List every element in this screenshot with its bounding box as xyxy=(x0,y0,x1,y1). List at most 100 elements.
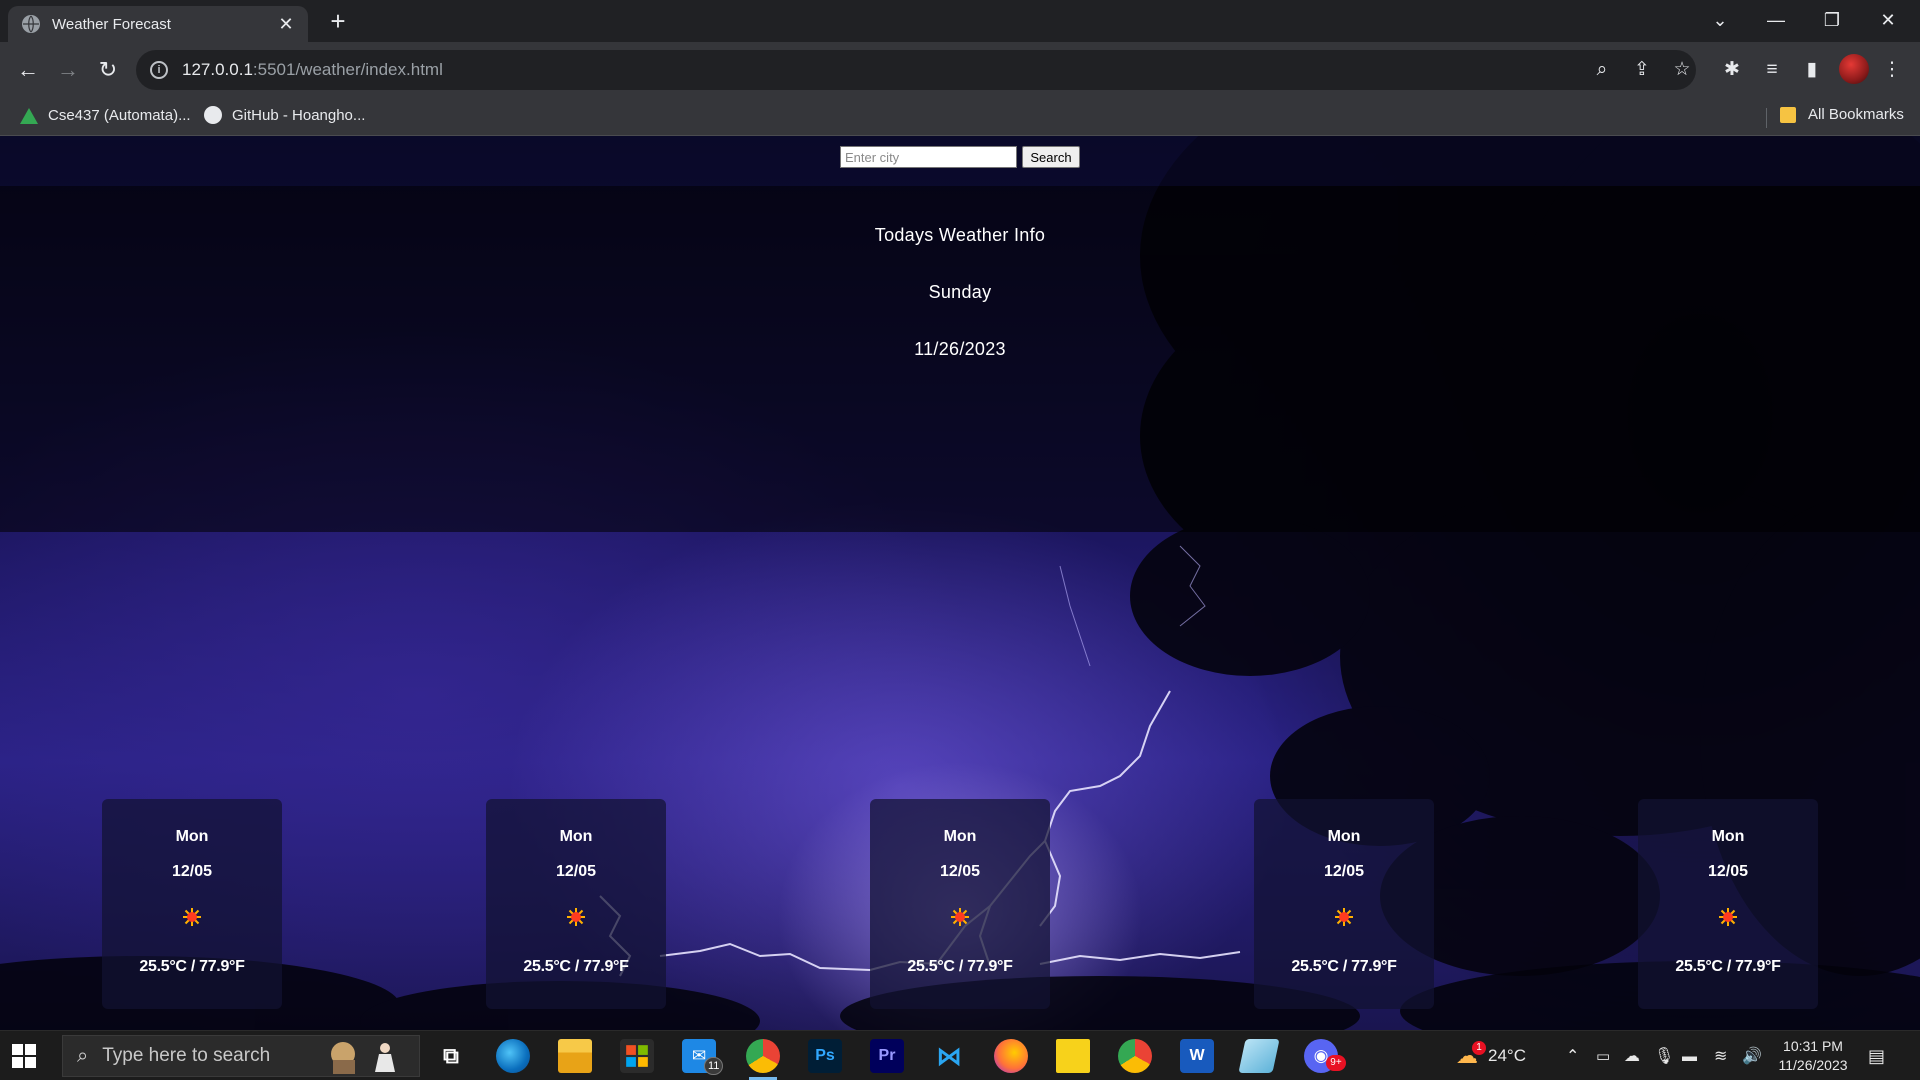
forecast-temp: 25.5°C / 77.9°F xyxy=(907,958,1013,975)
search-button[interactable]: Search xyxy=(1022,146,1080,168)
forecast-date: 12/05 xyxy=(171,863,213,880)
forecast-day: Mon xyxy=(559,828,593,845)
forward-button[interactable]: → xyxy=(52,54,84,86)
windows-taskbar: ⌕ Type here to search ⧉ ✉ 11 Ps Pr ⋈ W ◉… xyxy=(0,1030,1920,1080)
forecast-temp: 25.5°C / 77.9°F xyxy=(139,958,245,975)
today-date: 11/26/2023 xyxy=(914,339,1006,359)
zoom-icon[interactable]: ⌕ xyxy=(1588,56,1616,84)
meet-now-icon[interactable]: ▭ xyxy=(1596,1031,1610,1080)
forecast-card: Mon 12/05 25.5°C / 77.9°F xyxy=(486,799,666,1009)
close-tab-icon[interactable]: ✕ xyxy=(276,14,296,35)
mail-badge: 11 xyxy=(704,1057,724,1075)
forecast-day: Mon xyxy=(175,828,209,845)
forecast-day: Mon xyxy=(1711,828,1745,845)
google-drive-icon xyxy=(20,106,38,124)
bookmark-label: GitHub - Hoangho... xyxy=(232,106,366,124)
word-icon[interactable]: W xyxy=(1180,1039,1214,1073)
url-host: 127.0.0.1 xyxy=(182,60,253,79)
restore-button[interactable]: ❐ xyxy=(1804,0,1860,40)
sun-icon xyxy=(1719,908,1737,926)
clock-date: 11/26/2023 xyxy=(1778,1057,1848,1073)
all-bookmarks-label: All Bookmarks xyxy=(1808,106,1904,123)
folder-icon xyxy=(1780,106,1796,123)
extensions-icon[interactable]: ✱ xyxy=(1718,56,1746,84)
search-bar: Search xyxy=(0,136,1920,186)
forecast-date: 12/05 xyxy=(1707,863,1749,880)
side-panel-icon[interactable]: ▮ xyxy=(1798,56,1826,84)
weather-widget[interactable]: ☁ 24°C xyxy=(1456,1031,1526,1080)
weather-page: Search Todays Weather Info Sunday 11/26/… xyxy=(0,136,1920,1030)
discord-badge: 9+ xyxy=(1326,1055,1346,1071)
bookmark-star-icon[interactable]: ☆ xyxy=(1668,56,1696,84)
forecast-card: Mon 12/05 25.5°C / 77.9°F xyxy=(102,799,282,1009)
github-icon xyxy=(204,106,222,124)
photoshop-icon[interactable]: Ps xyxy=(808,1039,842,1073)
taskbar-search-box[interactable]: ⌕ Type here to search xyxy=(62,1035,420,1077)
address-bar[interactable]: i 127.0.0.1:5501/weather/index.html xyxy=(136,50,1696,90)
city-search-input[interactable] xyxy=(840,146,1017,168)
battery-icon[interactable]: ▬ xyxy=(1682,1031,1697,1080)
close-window-button[interactable]: ✕ xyxy=(1860,0,1916,40)
forecast-date: 12/05 xyxy=(1323,863,1365,880)
forecast-card: Mon 12/05 25.5°C / 77.9°F xyxy=(1638,799,1818,1009)
bookmark-cse437[interactable]: Cse437 (Automata)... xyxy=(20,106,191,124)
clock-time: 10:31 PM xyxy=(1783,1038,1843,1054)
microsoft-store-icon[interactable] xyxy=(620,1039,654,1073)
forecast-day: Mon xyxy=(943,828,977,845)
sun-icon xyxy=(567,908,585,926)
url-path: :5501/weather/index.html xyxy=(252,60,443,79)
forecast-temp: 25.5°C / 77.9°F xyxy=(1675,958,1781,975)
system-clock[interactable]: 10:31 PM 11/26/2023 xyxy=(1770,1037,1856,1075)
weather-badge: 1 xyxy=(1472,1041,1486,1055)
back-button[interactable]: ← xyxy=(12,54,44,86)
volume-icon[interactable]: 🔊 xyxy=(1742,1031,1762,1080)
forecast-card: Mon 12/05 25.5°C / 77.9°F xyxy=(1254,799,1434,1009)
minimize-button[interactable]: — xyxy=(1748,0,1804,40)
tab-weather-forecast[interactable]: Weather Forecast ✕ xyxy=(8,6,308,42)
chrome-icon[interactable] xyxy=(1118,1039,1152,1073)
forecast-date: 12/05 xyxy=(939,863,981,880)
weather-widget-temp: 24°C xyxy=(1488,1046,1526,1065)
globe-icon xyxy=(22,15,40,33)
bookmarks-divider xyxy=(1766,108,1767,128)
notepad-icon[interactable] xyxy=(1238,1039,1280,1073)
share-icon[interactable]: ⇪ xyxy=(1628,56,1656,84)
site-info-icon[interactable]: i xyxy=(150,61,168,79)
search-highlight-image xyxy=(331,1042,395,1074)
sun-icon xyxy=(1335,908,1353,926)
vscode-icon[interactable]: ⋈ xyxy=(932,1039,966,1073)
bookmark-label: Cse437 (Automata)... xyxy=(48,106,191,124)
task-view-icon[interactable]: ⧉ xyxy=(434,1039,468,1073)
tab-title: Weather Forecast xyxy=(52,15,171,33)
tab-search-icon[interactable]: ⌄ xyxy=(1692,0,1748,40)
all-bookmarks-button[interactable]: All Bookmarks xyxy=(1780,106,1904,123)
today-weather-panel: Todays Weather Info Sunday 11/26/2023 xyxy=(0,186,1920,532)
taskbar-search-placeholder: Type here to search xyxy=(102,1045,271,1066)
notifications-icon[interactable]: ▤ xyxy=(1868,1031,1885,1080)
browser-tab-bar: Weather Forecast ✕ + ⌄ — ❐ ✕ xyxy=(0,0,1920,42)
menu-icon[interactable]: ⋮ xyxy=(1878,56,1906,84)
media-controls-icon[interactable]: ≡ xyxy=(1758,56,1786,84)
microphone-icon[interactable]: 🎙 xyxy=(1654,1031,1674,1080)
reload-button[interactable]: ↻ xyxy=(92,54,124,86)
windows-start-icon[interactable] xyxy=(12,1044,36,1068)
file-explorer-icon[interactable] xyxy=(558,1039,592,1073)
sticky-notes-icon[interactable] xyxy=(1056,1039,1090,1073)
edge-icon[interactable] xyxy=(496,1039,530,1073)
profile-avatar[interactable] xyxy=(1839,54,1869,84)
forecast-day: Mon xyxy=(1327,828,1361,845)
forecast-card: Mon 12/05 25.5°C / 77.9°F xyxy=(870,799,1050,1009)
onedrive-icon[interactable]: ☁ xyxy=(1624,1031,1640,1080)
premiere-icon[interactable]: Pr xyxy=(870,1039,904,1073)
wifi-icon[interactable]: ≋ xyxy=(1714,1031,1727,1080)
show-hidden-icons[interactable]: ⌃ xyxy=(1566,1031,1579,1080)
forecast-temp: 25.5°C / 77.9°F xyxy=(523,958,629,975)
chrome-icon[interactable] xyxy=(746,1039,780,1080)
today-day: Sunday xyxy=(928,282,992,302)
forecast-date: 12/05 xyxy=(555,863,597,880)
search-icon: ⌕ xyxy=(77,1044,89,1067)
bookmark-github[interactable]: GitHub - Hoangho... xyxy=(204,106,365,124)
bookmarks-bar: Cse437 (Automata)... GitHub - Hoangho...… xyxy=(0,98,1920,136)
new-tab-button[interactable]: + xyxy=(324,7,352,35)
firefox-icon[interactable] xyxy=(994,1039,1028,1073)
